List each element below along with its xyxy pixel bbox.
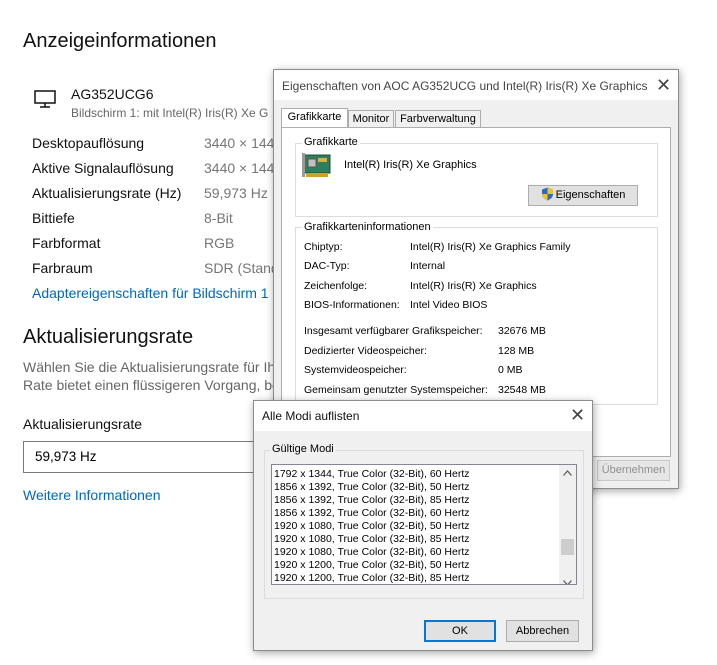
info-value: Internal <box>410 260 446 272</box>
properties-titlebar: Eigenschaften von AOC AG352UCG und Intel… <box>274 70 678 100</box>
prop-value: 3440 × 144 <box>204 135 275 151</box>
list-item[interactable]: 1920 x 1200, True Color (32-Bit), 85 Her… <box>274 572 470 584</box>
modes-scrollbar[interactable] <box>559 465 576 584</box>
modes-title: Alle Modi auflisten <box>262 409 360 423</box>
apply-button[interactable]: Übernehmen <box>597 460 670 481</box>
memory-label: Systemvideospeicher: <box>304 364 407 376</box>
list-item[interactable]: 1920 x 1080, True Color (32-Bit), 85 Her… <box>274 533 470 546</box>
tab-monitor[interactable]: Monitor <box>348 110 394 128</box>
prop-label: Desktopauflösung <box>32 135 145 151</box>
modes-dialog: Alle Modi auflisten ✕ Gültige Modi 1792 … <box>253 400 593 651</box>
list-item[interactable]: 1856 x 1392, True Color (32-Bit), 85 Her… <box>274 494 470 507</box>
list-item[interactable]: 1920 x 1200, True Color (32-Bit), 50 Her… <box>274 559 470 572</box>
uac-shield-icon <box>541 187 554 208</box>
info-label: Chiptyp: <box>304 241 343 253</box>
close-icon[interactable]: ✕ <box>570 406 585 424</box>
ok-button[interactable]: OK <box>424 620 496 642</box>
info-label: DAC-Typ: <box>304 260 350 272</box>
chevron-up-icon[interactable] <box>563 468 572 478</box>
properties-title: Eigenschaften von AOC AG352UCG und Intel… <box>282 79 648 93</box>
memory-value: 32676 MB <box>498 325 546 337</box>
monitor-subtitle: Bildschirm 1: mit Intel(R) Iris(R) Xe G <box>71 106 269 120</box>
list-item[interactable]: 1856 x 1392, True Color (32-Bit), 60 Her… <box>274 507 470 520</box>
modes-group-title: Gültige Modi <box>270 443 336 455</box>
adapter-info-title: Grafikkarteninformationen <box>302 221 433 233</box>
close-icon[interactable]: ✕ <box>656 76 671 94</box>
graphics-card-icon <box>302 151 334 181</box>
prop-value: 8-Bit <box>204 210 233 226</box>
modes-titlebar: Alle Modi auflisten ✕ <box>254 401 592 431</box>
prop-label: Aktualisierungsrate (Hz) <box>32 185 182 201</box>
adapter-info-group <box>295 227 658 405</box>
prop-value: 59,973 Hz <box>204 185 268 201</box>
list-item[interactable]: 1792 x 1344, True Color (32-Bit), 60 Her… <box>274 468 470 481</box>
memory-value: 32548 MB <box>498 384 546 396</box>
refresh-rate-description: Wählen Sie die Aktualisierungsrate für I… <box>23 359 276 375</box>
modes-list: 1792 x 1344, True Color (32-Bit), 60 Her… <box>274 468 470 584</box>
monitor-name: AG352UCG6 <box>71 86 154 102</box>
prop-value: RGB <box>204 235 235 251</box>
refresh-rate-heading: Aktualisierungsrate <box>23 326 194 348</box>
info-value: Intel Video BIOS <box>410 299 488 311</box>
memory-value: 0 MB <box>498 364 523 376</box>
info-label: BIOS-Informationen: <box>304 299 400 311</box>
info-value: Intel(R) Iris(R) Xe Graphics <box>410 280 537 292</box>
memory-label: Insgesamt verfügbarer Grafikspeicher: <box>304 325 483 337</box>
page-title: Anzeigeinformationen <box>23 30 217 52</box>
modes-listbox[interactable]: 1792 x 1344, True Color (32-Bit), 60 Her… <box>271 464 577 585</box>
cancel-button[interactable]: Abbrechen <box>506 620 579 642</box>
list-item[interactable]: 1920 x 1080, True Color (32-Bit), 60 Her… <box>274 546 470 559</box>
tab-grafikkarte[interactable]: Grafikkarte <box>281 108 348 128</box>
prop-label: Aktive Signalauflösung <box>32 160 174 176</box>
monitor-icon <box>33 89 59 109</box>
adapter-properties-label: Eigenschaften <box>555 189 626 201</box>
adapter-properties-link[interactable]: Adaptereigenschaften für Bildschirm 1 a <box>32 285 280 301</box>
refresh-rate-select[interactable]: 59,973 Hz <box>23 441 273 473</box>
list-item[interactable]: 1920 x 1080, True Color (32-Bit), 50 Her… <box>274 520 470 533</box>
prop-value: SDR (Stand <box>204 260 279 276</box>
memory-label: Gemeinsam genutzter Systemspeicher: <box>304 384 488 396</box>
info-value: Intel(R) Iris(R) Xe Graphics Family <box>410 241 571 253</box>
info-label: Zeichenfolge: <box>304 280 368 292</box>
adapter-group-title: Grafikkarte <box>302 136 360 148</box>
prop-label: Bittiefe <box>32 210 75 226</box>
adapter-properties-button[interactable]: Eigenschaften <box>528 185 638 206</box>
adapter-name: Intel(R) Iris(R) Xe Graphics <box>344 159 477 171</box>
list-item[interactable]: 1856 x 1392, True Color (32-Bit), 50 Her… <box>274 481 470 494</box>
prop-label: Farbraum <box>32 260 93 276</box>
refresh-rate-description: Rate bietet einen flüssigeren Vorgang, b… <box>23 377 280 393</box>
prop-value: 3440 × 144 <box>204 160 275 176</box>
refresh-rate-label: Aktualisierungsrate <box>23 416 143 432</box>
more-info-link[interactable]: Weitere Informationen <box>23 487 160 503</box>
tab-farbverwaltung[interactable]: Farbverwaltung <box>395 110 481 128</box>
memory-value: 128 MB <box>498 345 535 357</box>
scrollbar-thumb[interactable] <box>561 539 574 555</box>
prop-label: Farbformat <box>32 235 101 251</box>
chevron-down-icon[interactable] <box>563 573 572 584</box>
memory-label: Dedizierter Videospeicher: <box>304 345 427 357</box>
